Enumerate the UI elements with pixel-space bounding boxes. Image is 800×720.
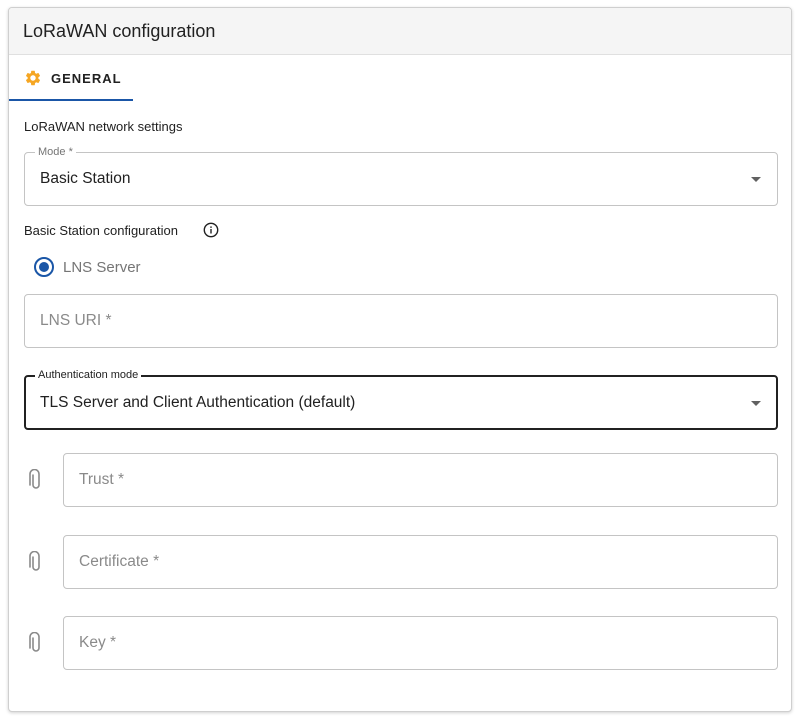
- lns-server-radio[interactable]: [34, 257, 54, 277]
- chevron-down-icon: [751, 177, 761, 182]
- radio-checked-dot: [39, 262, 49, 272]
- lns-uri-placeholder: LNS URI *: [40, 312, 112, 329]
- lns-uri-input[interactable]: LNS URI *: [24, 294, 778, 348]
- chevron-down-icon: [751, 401, 761, 406]
- key-placeholder: Key *: [79, 634, 117, 651]
- paperclip-icon[interactable]: [27, 551, 45, 573]
- paperclip-icon[interactable]: [27, 469, 45, 491]
- mode-legend: Mode *: [35, 146, 76, 158]
- tab-general-label: GENERAL: [51, 71, 122, 86]
- basic-station-label: Basic Station configuration: [24, 223, 178, 238]
- card-title: LoRaWAN configuration: [23, 21, 216, 41]
- card-header: LoRaWAN configuration: [9, 8, 791, 55]
- mode-select[interactable]: Mode * Basic Station: [24, 146, 778, 206]
- paperclip-icon[interactable]: [27, 632, 45, 654]
- trust-file-input[interactable]: Trust *: [63, 453, 778, 507]
- authentication-mode-select[interactable]: Authentication mode TLS Server and Clien…: [24, 369, 778, 430]
- authentication-mode-value: TLS Server and Client Authentication (de…: [40, 394, 356, 411]
- lns-server-label: LNS Server: [63, 259, 141, 276]
- key-file-input[interactable]: Key *: [63, 616, 778, 670]
- lorawan-configuration-card: LoRaWAN configuration GENERAL LoRaWAN ne…: [8, 7, 792, 712]
- tab-general[interactable]: GENERAL: [9, 55, 133, 101]
- info-icon[interactable]: [203, 222, 219, 238]
- authentication-mode-legend: Authentication mode: [35, 369, 142, 381]
- certificate-placeholder: Certificate *: [79, 553, 160, 570]
- network-settings-label: LoRaWAN network settings: [24, 119, 183, 134]
- mode-value: Basic Station: [40, 170, 131, 187]
- gear-icon: [25, 70, 41, 86]
- certificate-file-input[interactable]: Certificate *: [63, 535, 778, 589]
- trust-placeholder: Trust *: [79, 471, 125, 488]
